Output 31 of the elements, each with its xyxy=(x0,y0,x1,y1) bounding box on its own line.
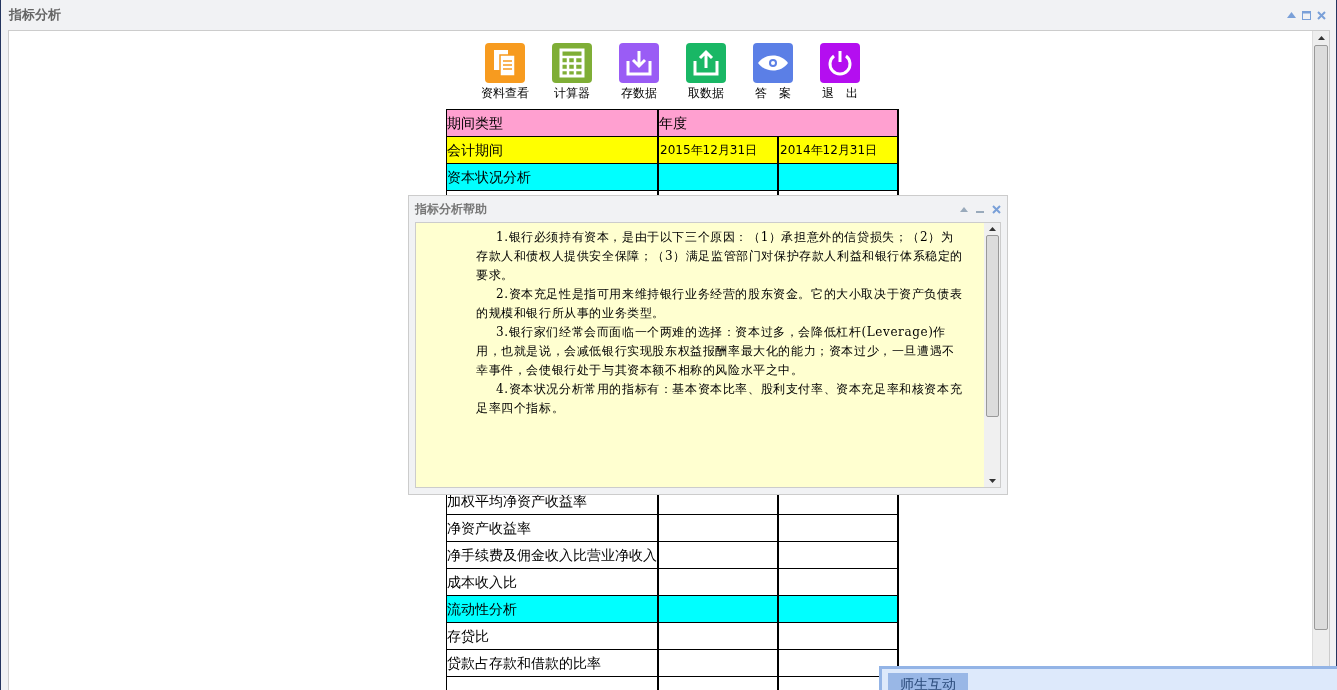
documents-icon xyxy=(493,49,517,77)
toolbar-button[interactable]: 取数据 xyxy=(678,43,734,102)
collapse-icon[interactable] xyxy=(1287,12,1296,18)
dialog-title: 指标分析帮助 xyxy=(415,201,487,218)
maximize-icon[interactable] xyxy=(1302,10,1311,20)
scrollbar[interactable] xyxy=(984,223,1000,487)
close-icon[interactable] xyxy=(992,204,1001,214)
toolbar-button[interactable]: 计算器 xyxy=(544,43,600,102)
toolbar-button[interactable]: 资料查看 xyxy=(477,43,533,102)
download-icon xyxy=(625,49,653,77)
table-cell: 资本状况分析 xyxy=(447,164,659,191)
help-paragraph: 1.银行必须持有资本，是由于以下三个原因：（1）承担意外的信贷损失；（2）为存款人和债权人提供安全保障；（3）满足监管部门对保护存款人利益和银行体系稳定的要求。 xyxy=(476,229,964,284)
help-paragraph: 4.资本状况分析常用的指标有：基本资本比率、股利支付率、资本充足率和核资本充足率四个指标。 xyxy=(476,381,964,417)
toolbar-button[interactable]: 答 案 xyxy=(745,43,801,102)
close-icon[interactable] xyxy=(1317,10,1326,20)
scroll-up-icon[interactable] xyxy=(1317,36,1325,40)
eye-icon xyxy=(757,53,789,73)
help-paragraph: 3.银行家们经常会而面临一个两难的选择：资本过多，会降低杠杆(Leverage)作用，也就是说，会减低银行实现股东权益报酬率最大化的能力；资本过少，一旦遭遇不幸事件，会使银行处于与其资本额不相称的风险水平之中。 xyxy=(476,324,956,379)
scroll-thumb[interactable] xyxy=(985,235,999,417)
toolbar-button[interactable]: 退 出 xyxy=(812,43,868,102)
upload-icon xyxy=(692,49,720,77)
help-paragraph: 2.资本充足性是指可用来维持银行业务经营的股东资金。它的大小取决于资产负债表的规模和银行所从事的业务类型。 xyxy=(476,286,964,322)
power-icon xyxy=(826,49,854,77)
collapse-icon[interactable] xyxy=(960,206,968,212)
table-cell: 贷款占存款和借款的比率 xyxy=(447,650,659,677)
window-title: 指标分析 xyxy=(9,6,61,25)
toolbar-button[interactable]: 存数据 xyxy=(611,43,667,102)
scroll-thumb[interactable] xyxy=(1314,45,1328,630)
scroll-up-icon[interactable] xyxy=(988,227,996,231)
calculator-icon xyxy=(559,48,585,78)
scroll-down-icon[interactable] xyxy=(988,479,996,483)
